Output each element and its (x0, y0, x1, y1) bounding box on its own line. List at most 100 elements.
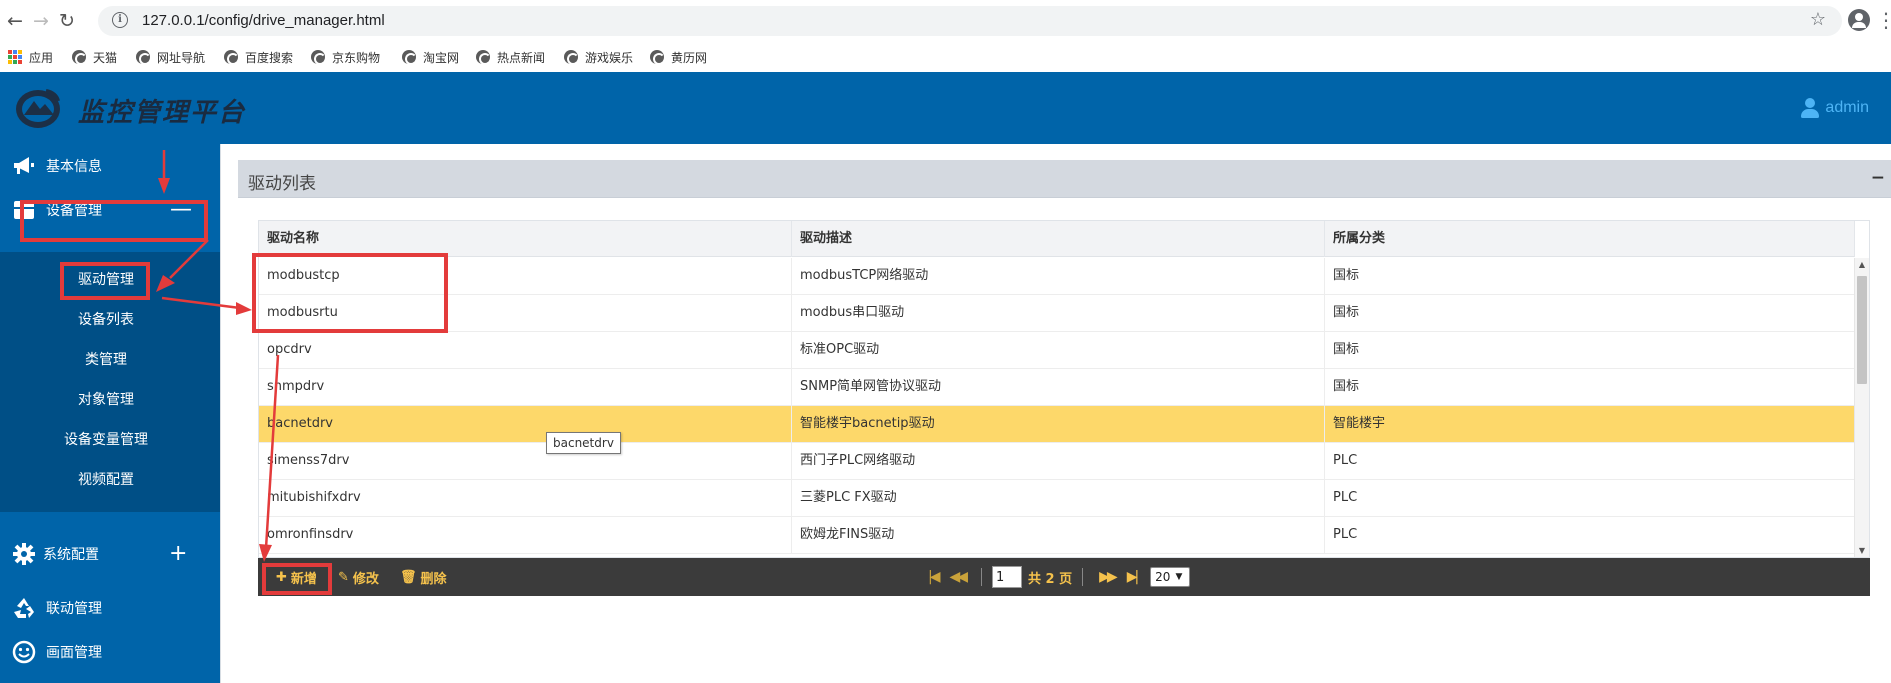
bookmark-item[interactable]: 天猫 (72, 48, 117, 66)
cell-name[interactable]: opcdrv (259, 332, 792, 368)
bookmark-item[interactable]: 网址导航 (136, 48, 205, 66)
bookmark-label: 淘宝网 (423, 50, 460, 65)
globe-icon (136, 50, 151, 65)
cell-name[interactable]: omronfinsdrv (259, 517, 792, 553)
sidebar-item-screen-management[interactable]: 画面管理 (0, 630, 220, 674)
bookmark-item[interactable]: 京东购物 (311, 48, 380, 66)
bookmark-apps[interactable]: 应用 (8, 48, 53, 66)
cell-category[interactable]: PLC (1325, 517, 1855, 553)
user-icon (1801, 98, 1820, 118)
grid-toolbar: ✚ 新增 ✎ 修改 🗑 删除 |◀ ◀◀ 共 2 页 ▶▶ ▶| 20 ▼ (258, 558, 1870, 596)
sidebar-item-basic-info[interactable]: 基本信息 (0, 144, 220, 188)
table-body: modbustcp modbusTCP网络驱动 国标 modbusrtu mod… (259, 258, 1855, 557)
submenu-item-object-management[interactable]: 对象管理 (0, 384, 212, 416)
bookmark-label: 应用 (29, 50, 54, 65)
profile-icon[interactable] (1848, 9, 1870, 31)
bookmark-item[interactable]: 百度搜索 (224, 48, 293, 66)
bookmark-label: 网址导航 (157, 50, 206, 65)
submenu-item-device-list[interactable]: 设备列表 (0, 304, 212, 336)
scroll-up-icon[interactable]: ▲ (1855, 258, 1869, 272)
bookmark-item[interactable]: 热点新闻 (476, 48, 545, 66)
cell-category[interactable]: PLC (1325, 480, 1855, 516)
table-row[interactable]: simenss7drv 西门子PLC网络驱动 PLC (259, 443, 1855, 480)
first-page-icon[interactable]: |◀ (928, 569, 941, 585)
globe-icon (564, 50, 579, 65)
row-tooltip: bacnetdrv (546, 432, 621, 454)
annotation-box-driver-menu (60, 262, 150, 300)
cell-description[interactable]: 三菱PLC FX驱动 (792, 480, 1325, 516)
cell-category[interactable]: 国标 (1325, 295, 1855, 331)
column-header-name[interactable]: 驱动名称 (259, 221, 792, 257)
cell-name[interactable]: simenss7drv (259, 443, 792, 479)
panel-header: 驱动列表 − (238, 160, 1891, 198)
table-row[interactable]: omronfinsdrv 欧姆龙FINS驱动 PLC (259, 517, 1855, 554)
cell-name[interactable]: mitubishifxdrv (259, 480, 792, 516)
bookmark-star-icon[interactable]: ☆ (1810, 9, 1826, 30)
table-row[interactable]: snmpdrv SNMP简单网管协议驱动 国标 (259, 369, 1855, 406)
bookmark-label: 游戏娱乐 (585, 50, 634, 65)
reload-icon[interactable]: ↻ (56, 8, 78, 34)
cell-description[interactable]: 西门子PLC网络驱动 (792, 443, 1325, 479)
last-page-icon[interactable]: ▶| (1127, 569, 1140, 585)
cell-name[interactable]: bacnetdrv (259, 406, 792, 442)
cell-description[interactable]: 智能楼宇bacnetip驱动 (792, 406, 1325, 442)
submenu-item-class-management[interactable]: 类管理 (0, 344, 212, 376)
table-scrollbar[interactable]: ▲ ▼ (1854, 258, 1869, 557)
cell-description[interactable]: modbus串口驱动 (792, 295, 1325, 331)
cell-description[interactable]: SNMP简单网管协议驱动 (792, 369, 1325, 405)
column-header-description[interactable]: 驱动描述 (792, 221, 1325, 257)
trash-icon: 🗑 (400, 569, 417, 585)
panel-collapse-icon[interactable]: − (1871, 168, 1885, 188)
column-header-category[interactable]: 所属分类 (1325, 221, 1855, 257)
user-menu[interactable]: admin (1801, 98, 1869, 118)
url-text[interactable]: 127.0.0.1/config/drive_manager.html (142, 12, 385, 29)
cell-name[interactable]: snmpdrv (259, 369, 792, 405)
back-icon[interactable]: ← (4, 8, 26, 34)
next-page-icon[interactable]: ▶▶ (1099, 569, 1117, 585)
forward-icon[interactable]: → (30, 8, 52, 34)
submenu-item-variable-management[interactable]: 设备变量管理 (0, 424, 212, 456)
scrollbar-thumb[interactable] (1857, 276, 1867, 384)
bookmark-item[interactable]: 游戏娱乐 (564, 48, 633, 66)
table-row[interactable]: modbusrtu modbus串口驱动 国标 (259, 295, 1855, 332)
pencil-icon: ✎ (338, 569, 349, 585)
delete-button[interactable]: 🗑 删除 (400, 567, 447, 587)
info-icon[interactable]: i (112, 12, 128, 28)
scroll-down-icon[interactable]: ▼ (1855, 544, 1869, 557)
table-row[interactable]: opcdrv 标准OPC驱动 国标 (259, 332, 1855, 369)
cell-category[interactable]: 国标 (1325, 369, 1855, 405)
table-row[interactable]: mitubishifxdrv 三菱PLC FX驱动 PLC (259, 480, 1855, 517)
sidebar-item-label: 系统配置 (43, 547, 99, 563)
app-title: 监控管理平台 (78, 98, 247, 128)
bookmark-item[interactable]: 淘宝网 (402, 48, 459, 66)
cell-category[interactable]: 国标 (1325, 332, 1855, 368)
expand-icon[interactable]: + (169, 543, 187, 565)
page-size-select[interactable]: 20 ▼ (1150, 567, 1191, 587)
cell-description[interactable]: modbusTCP网络驱动 (792, 258, 1325, 294)
browser-menu-icon[interactable]: ⋮ (1876, 8, 1891, 32)
cell-category[interactable]: PLC (1325, 443, 1855, 479)
table-row[interactable]: modbustcp modbusTCP网络驱动 国标 (259, 258, 1855, 295)
page-number-input[interactable] (992, 566, 1023, 588)
chevron-down-icon: ▼ (1175, 572, 1183, 582)
driver-table: 驱动名称 驱动描述 所属分类 modbustcp modbusTCP网络驱动 国… (258, 220, 1870, 558)
cell-description[interactable]: 欧姆龙FINS驱动 (792, 517, 1325, 553)
edit-button[interactable]: ✎ 修改 (338, 567, 379, 587)
address-bar[interactable]: i 127.0.0.1/config/drive_manager.html ☆ (98, 6, 1842, 36)
sidebar-item-label: 联动管理 (46, 601, 102, 617)
globe-icon (224, 50, 239, 65)
sidebar-item-system-config[interactable]: 系统配置 + (0, 532, 220, 576)
cell-category[interactable]: 智能楼宇 (1325, 406, 1855, 442)
delete-label: 删除 (420, 571, 447, 587)
bookmark-item[interactable]: 黄历网 (650, 48, 707, 66)
prev-page-icon[interactable]: ◀◀ (949, 569, 967, 585)
smiley-icon (12, 640, 36, 664)
sidebar-item-linkage-management[interactable]: 联动管理 (0, 586, 220, 630)
submenu-item-video-config[interactable]: 视频配置 (0, 464, 212, 496)
cell-category[interactable]: 国标 (1325, 258, 1855, 294)
logo-icon (16, 89, 60, 128)
table-row-selected[interactable]: bacnetdrv 智能楼宇bacnetip驱动 智能楼宇 (259, 406, 1855, 443)
bookmark-label: 京东购物 (332, 50, 381, 65)
sidebar-item-label: 基本信息 (46, 159, 102, 175)
cell-description[interactable]: 标准OPC驱动 (792, 332, 1325, 368)
